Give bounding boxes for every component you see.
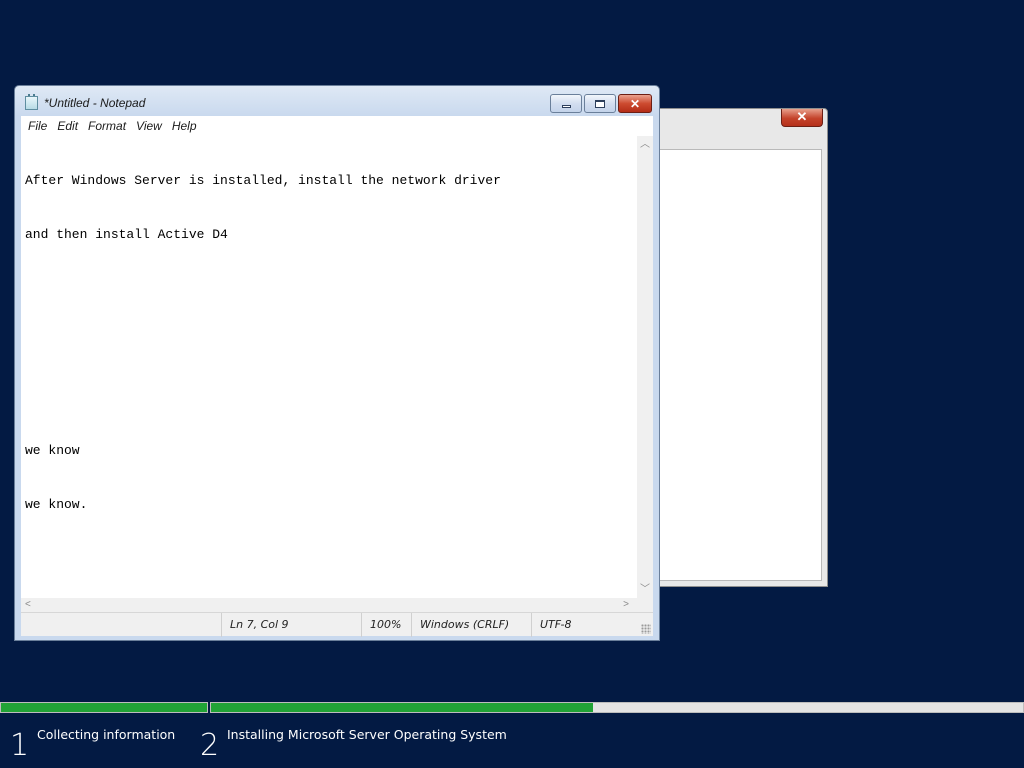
text-line: and then install Active D4 [25,227,228,242]
close-button[interactable]: ✕ [618,94,652,113]
background-window-content [659,149,822,581]
status-bar: Ln 7, Col 9 100% Windows (CRLF) UTF-8 [21,612,653,637]
text-line [25,334,633,352]
close-icon: ✕ [629,96,641,111]
scroll-left-icon[interactable]: < [25,600,31,610]
zoom-level: 100% [361,613,411,637]
resize-grip-icon[interactable] [641,624,651,634]
setup-progress [0,702,1024,713]
maximize-icon [595,99,605,108]
step-1-progress-fill [1,703,207,712]
background-window: ✕ [640,108,828,587]
text-line: After Windows Server is installed, insta… [25,173,501,188]
horizontal-scrollbar[interactable]: < > [21,598,637,612]
menu-file[interactable]: File [28,119,47,133]
minimize-icon [561,104,571,108]
menu-edit[interactable]: Edit [57,119,78,133]
line-ending: Windows (CRLF) [411,613,531,637]
menu-help[interactable]: Help [172,119,197,133]
scroll-right-icon[interactable]: > [623,600,629,610]
text-line [25,388,633,406]
step-2-progress-fill [211,703,593,712]
scroll-up-icon[interactable]: ︿ [640,140,650,150]
menu-view[interactable]: View [136,119,162,133]
background-window-close-button[interactable]: ✕ [781,109,823,127]
step-2-progress-bar [210,702,1024,713]
scrollbar-corner [637,598,653,612]
text-line: we know [25,443,80,458]
notepad-app-icon[interactable] [25,94,38,110]
encoding: UTF-8 [531,613,653,637]
cursor-position: Ln 7, Col 9 [221,613,361,637]
vertical-scrollbar[interactable]: ︿ ﹀ [637,136,653,598]
text-editor-area[interactable]: After Windows Server is installed, insta… [21,136,637,598]
step-label: Collecting information [37,727,176,742]
text-line [25,280,633,298]
step-1-progress-bar [0,702,208,713]
maximize-button[interactable] [584,94,616,113]
step-number: 2 [200,728,220,763]
scroll-down-icon[interactable]: ﹀ [640,585,650,595]
menu-bar: File Edit Format View Help [21,116,653,136]
minimize-button[interactable] [550,94,582,113]
notepad-window: *Untitled - Notepad ✕ File Edit Format V… [14,85,660,641]
text-line: we know. [25,497,88,512]
menu-format[interactable]: Format [88,119,126,133]
window-title: *Untitled - Notepad [44,96,146,110]
step-number: 1 [10,728,30,763]
title-bar[interactable]: *Untitled - Notepad ✕ [15,86,659,116]
editor: After Windows Server is installed, insta… [21,136,653,612]
step-label: Installing Microsoft Server Operating Sy… [227,727,507,742]
